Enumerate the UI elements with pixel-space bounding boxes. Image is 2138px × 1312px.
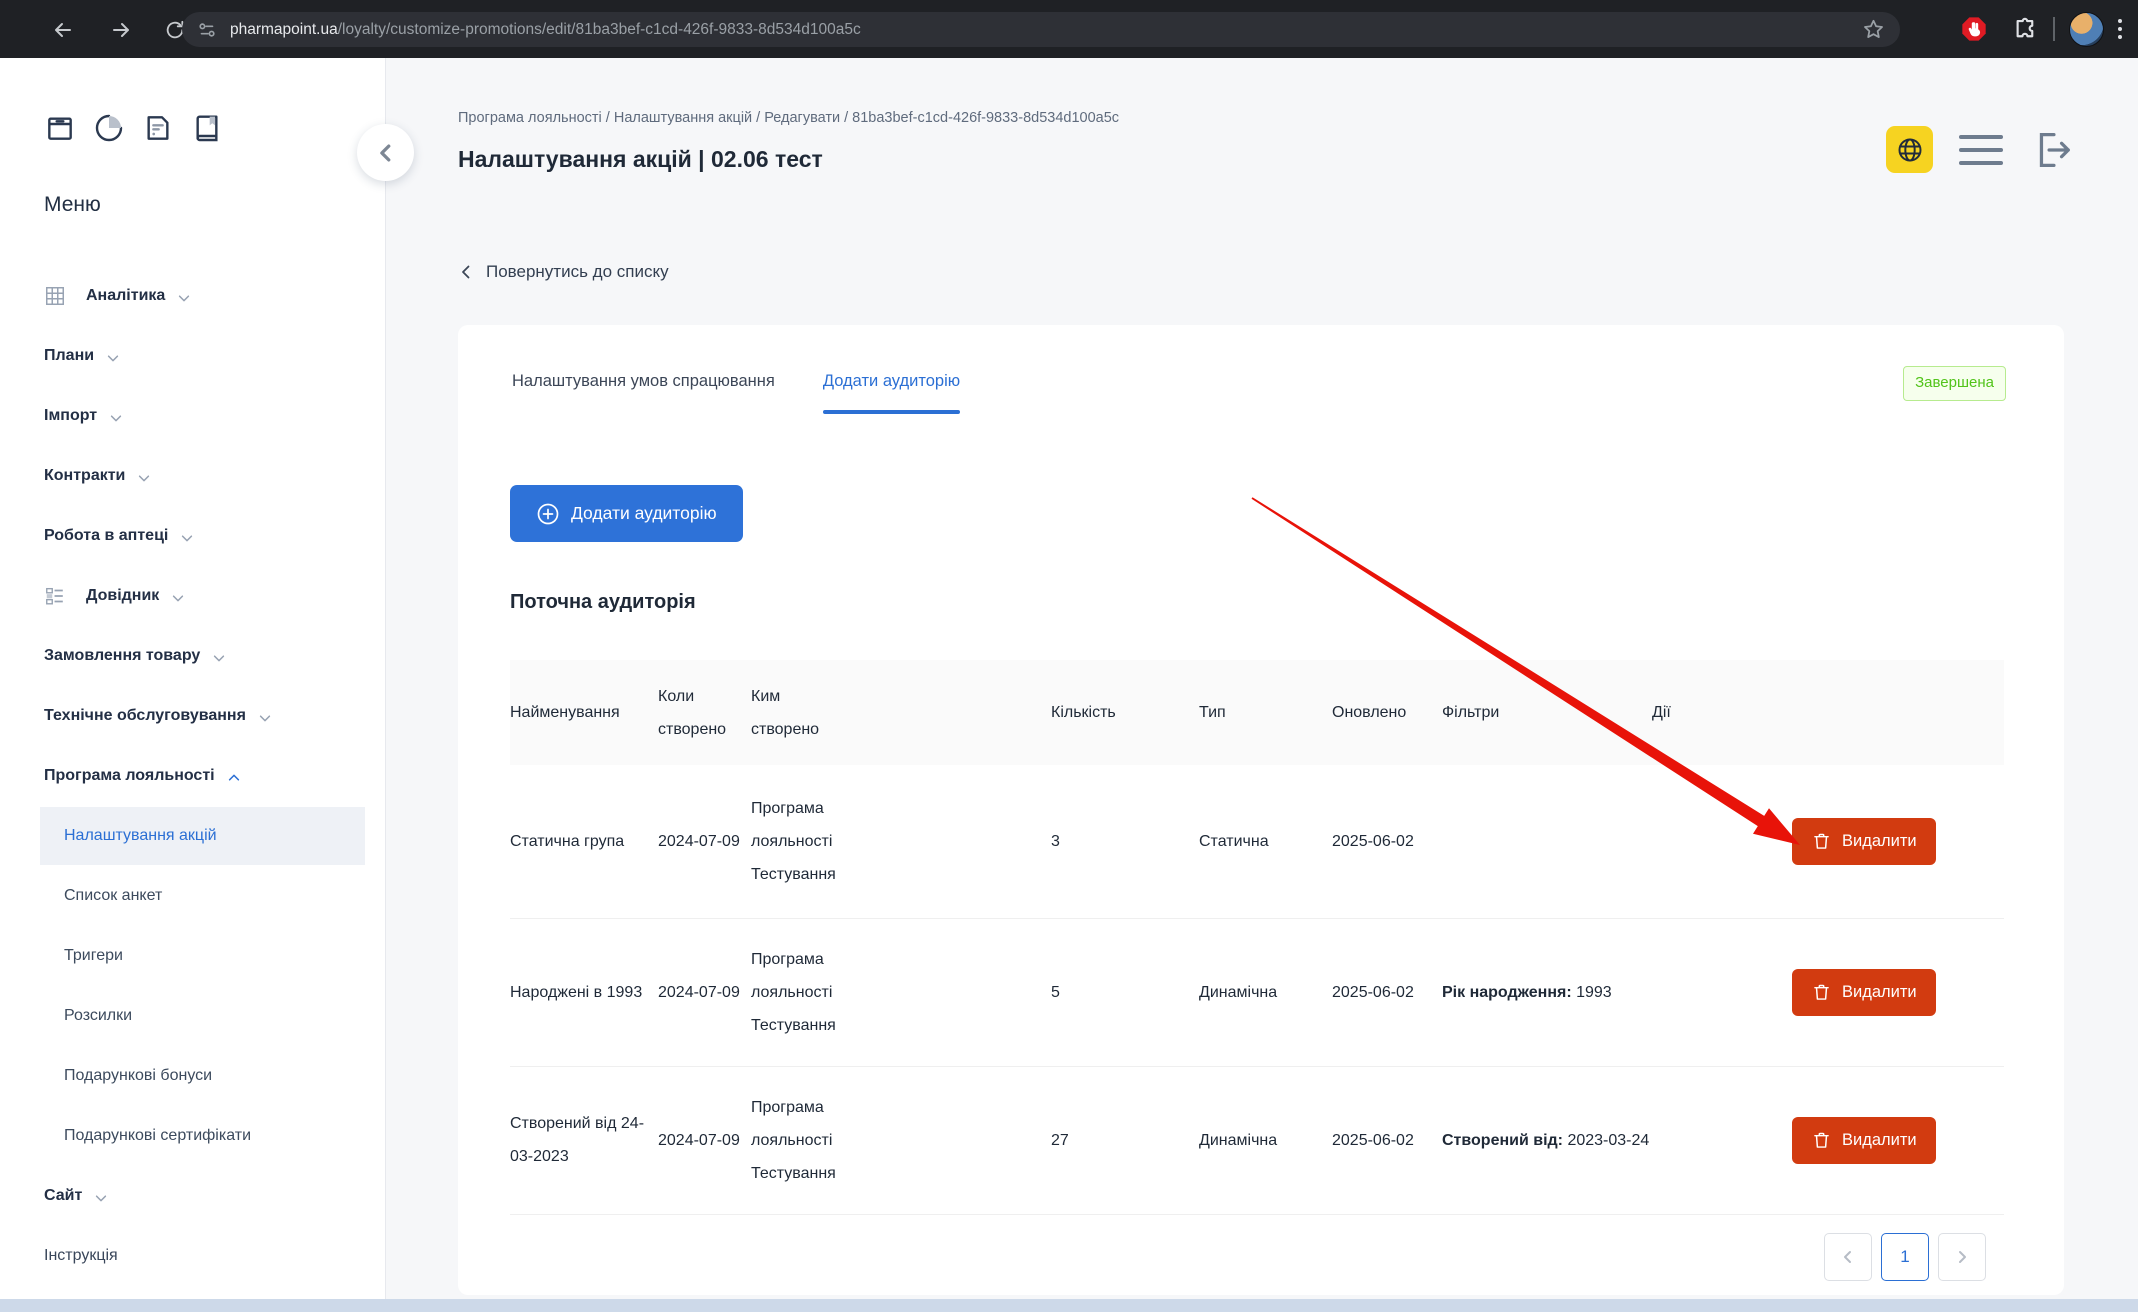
trash-icon bbox=[1811, 1130, 1832, 1151]
tab-bar: Налаштування умов спрацювання Додати ауд… bbox=[512, 372, 960, 399]
delete-button[interactable]: Видалити bbox=[1792, 969, 1936, 1016]
browser-forward-button[interactable] bbox=[104, 13, 138, 47]
chevron-left-icon bbox=[1840, 1249, 1856, 1265]
table-row: Створений від 24-03-2023 2024-07-09 Прог… bbox=[510, 1066, 2004, 1214]
sidebar-subitem-gift-bonuses[interactable]: Подарункові бонуси bbox=[0, 1046, 385, 1106]
promotion-card: Налаштування умов спрацювання Додати ауд… bbox=[458, 325, 2064, 1295]
chevron-down-icon bbox=[258, 711, 272, 725]
chevron-down-icon bbox=[109, 411, 123, 425]
language-globe-button[interactable] bbox=[1886, 126, 1933, 173]
sidebar-subitem-triggers[interactable]: Тригери bbox=[0, 926, 385, 986]
back-to-list-link[interactable]: Повернутись до списку bbox=[458, 262, 669, 282]
col-created: Коли створено bbox=[658, 660, 751, 765]
sidebar: Меню Аналітика Плани Імпорт Контракти Ро… bbox=[0, 58, 386, 1312]
chevron-down-icon bbox=[177, 291, 191, 305]
chevron-down-icon bbox=[212, 651, 226, 665]
chevron-left-icon bbox=[458, 264, 474, 280]
page-title: Налаштування акцій | 02.06 тест bbox=[458, 146, 823, 173]
plus-circle-icon bbox=[536, 502, 560, 526]
chevron-down-icon bbox=[106, 351, 120, 365]
sidebar-item-maintenance[interactable]: Технічне обслуговування bbox=[0, 686, 385, 746]
sidebar-item-plans[interactable]: Плани bbox=[0, 326, 385, 386]
app-root: Меню Аналітика Плани Імпорт Контракти Ро… bbox=[0, 58, 2138, 1312]
sidebar-subitem-gift-certificates[interactable]: Подарункові сертифікати bbox=[0, 1106, 385, 1166]
breadcrumb[interactable]: Програма лояльності / Налаштування акцій… bbox=[458, 110, 1119, 126]
address-bar[interactable]: pharmapoint.ua/loyalty/customize-promoti… bbox=[182, 12, 1900, 47]
delete-button[interactable]: Видалити bbox=[1792, 818, 1936, 865]
list-icon bbox=[44, 585, 66, 607]
sidebar-item-goods-order[interactable]: Замовлення товару bbox=[0, 626, 385, 686]
col-filters: Фільтри bbox=[1442, 660, 1652, 765]
sidebar-item-analytics[interactable]: Аналітика bbox=[0, 266, 385, 326]
sidebar-collapse-button[interactable] bbox=[357, 124, 414, 181]
col-updated: Оновлено bbox=[1332, 660, 1442, 765]
col-created-by: Ким створено bbox=[751, 660, 1051, 765]
sidebar-item-directory[interactable]: Довідник bbox=[0, 566, 385, 626]
section-title: Поточна аудиторія bbox=[510, 591, 696, 614]
sidebar-item-site[interactable]: Сайт bbox=[0, 1166, 385, 1226]
col-type: Тип bbox=[1199, 660, 1332, 765]
table-row: Статична група 2024-07-09 Програма лояль… bbox=[510, 765, 2004, 918]
pagination-prev-button[interactable] bbox=[1824, 1233, 1872, 1281]
trash-icon bbox=[1811, 831, 1832, 852]
extensions-icon[interactable] bbox=[2012, 16, 2039, 43]
toolbar-separator bbox=[2053, 17, 2055, 41]
grid-icon bbox=[44, 285, 66, 307]
sidebar-item-pharmacy-work[interactable]: Робота в аптеці bbox=[0, 506, 385, 566]
pagination: 1 bbox=[1824, 1233, 1986, 1281]
sidebar-item-contracts[interactable]: Контракти bbox=[0, 446, 385, 506]
chevron-down-icon bbox=[180, 531, 194, 545]
chevron-down-icon bbox=[171, 591, 185, 605]
globe-icon bbox=[1896, 136, 1924, 164]
chevron-up-icon bbox=[227, 771, 241, 785]
delete-button[interactable]: Видалити bbox=[1792, 1117, 1936, 1164]
forward-icon bbox=[109, 18, 133, 42]
site-info-icon[interactable] bbox=[196, 19, 218, 41]
add-audience-button[interactable]: Додати аудиторію bbox=[510, 485, 743, 542]
url-text[interactable]: pharmapoint.ua/loyalty/customize-promoti… bbox=[230, 21, 1861, 39]
sidebar-subitem-promo-settings[interactable]: Налаштування акцій bbox=[40, 807, 365, 865]
document-icon[interactable] bbox=[142, 112, 174, 144]
table-header-row: Найменування Коли створено Ким створено … bbox=[510, 660, 2004, 765]
logout-button[interactable] bbox=[2029, 127, 2075, 173]
book-icon[interactable] bbox=[191, 112, 223, 144]
sidebar-subitem-mailings[interactable]: Розсилки bbox=[0, 986, 385, 1046]
browser-toolbar: pharmapoint.ua/loyalty/customize-promoti… bbox=[0, 0, 2138, 58]
chevron-left-icon bbox=[375, 142, 397, 164]
profile-avatar[interactable] bbox=[2069, 12, 2104, 47]
sidebar-item-import[interactable]: Імпорт bbox=[0, 386, 385, 446]
chevron-right-icon bbox=[1954, 1249, 1970, 1265]
sidebar-subitem-questionnaires[interactable]: Список анкет bbox=[0, 866, 385, 926]
sidebar-item-loyalty-program[interactable]: Програма лояльності bbox=[0, 746, 385, 806]
trash-icon bbox=[1811, 982, 1832, 1003]
tab-trigger-conditions[interactable]: Налаштування умов спрацювання bbox=[512, 372, 775, 399]
browser-menu-button[interactable] bbox=[2118, 19, 2122, 39]
pagination-next-button[interactable] bbox=[1938, 1233, 1986, 1281]
horizontal-scrollbar[interactable] bbox=[0, 1299, 2138, 1312]
table-row: Народжені в 1993 2024-07-09 Програма лоя… bbox=[510, 918, 2004, 1066]
back-icon bbox=[51, 18, 75, 42]
hamburger-menu-button[interactable] bbox=[1959, 131, 2003, 169]
adblock-extension-icon[interactable] bbox=[1958, 13, 1990, 45]
audience-table: Найменування Коли створено Ким створено … bbox=[510, 660, 2004, 1215]
main-content: Програма лояльності / Налаштування акцій… bbox=[386, 58, 2138, 1312]
status-badge: Завершена bbox=[1903, 366, 2006, 401]
col-name: Найменування bbox=[510, 660, 658, 765]
pagination-page-1[interactable]: 1 bbox=[1881, 1233, 1929, 1281]
pie-chart-icon[interactable] bbox=[93, 112, 125, 144]
bookmark-star-icon[interactable] bbox=[1861, 17, 1886, 42]
tab-add-audience[interactable]: Додати аудиторію bbox=[823, 372, 960, 399]
menu-heading: Меню bbox=[44, 193, 101, 217]
browser-back-button[interactable] bbox=[46, 13, 80, 47]
chevron-down-icon bbox=[137, 471, 151, 485]
archive-icon[interactable] bbox=[44, 112, 76, 144]
col-count: Кількість bbox=[1051, 660, 1199, 765]
col-actions: Дії bbox=[1652, 660, 2004, 765]
chevron-down-icon bbox=[94, 1191, 108, 1205]
sidebar-item-instruction[interactable]: Інструкція bbox=[0, 1226, 385, 1286]
